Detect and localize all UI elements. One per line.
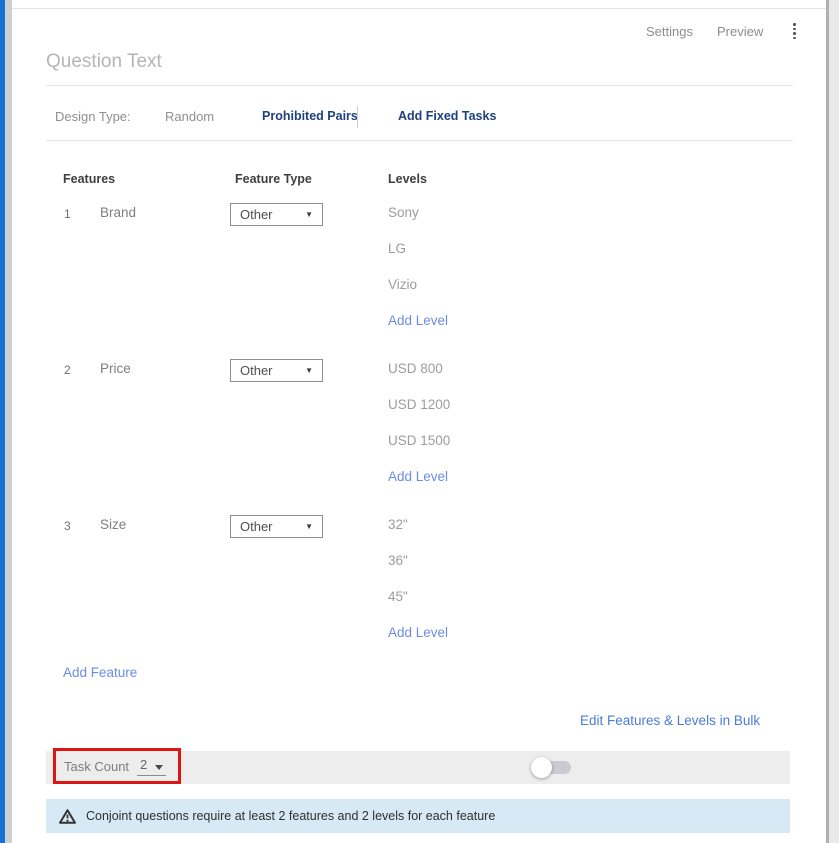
levels-column-header: Levels xyxy=(388,172,427,186)
dropdown-caret-icon xyxy=(155,765,163,770)
feature-row: 1 Brand Other ▼ Sony LG Vizio Add Level xyxy=(0,200,839,356)
feature-type-select[interactable]: Other ▼ xyxy=(230,359,323,382)
levels-list: Sony LG Vizio Add Level xyxy=(388,205,448,328)
design-type-row: Design Type: Random Prohibited Pairs Add… xyxy=(0,106,839,130)
divider xyxy=(46,85,793,86)
feature-index: 3 xyxy=(64,519,71,533)
feature-index: 2 xyxy=(64,363,71,377)
select-caret-icon: ▼ xyxy=(305,211,313,219)
add-level-link[interactable]: Add Level xyxy=(388,625,448,640)
task-count-control: Task Count 2 xyxy=(64,757,166,776)
task-count-dropdown[interactable]: 2 xyxy=(137,757,166,776)
no-applicable-option-toggle[interactable] xyxy=(538,761,571,774)
feature-type-selected-value: Other xyxy=(240,519,273,534)
feature-type-selected-value: Other xyxy=(240,207,273,222)
feature-index: 1 xyxy=(64,207,71,221)
feature-name-field[interactable]: Size xyxy=(100,517,126,532)
level-field[interactable]: USD 1200 xyxy=(388,397,450,433)
add-feature-link[interactable]: Add Feature xyxy=(63,665,137,680)
add-level-link[interactable]: Add Level xyxy=(388,313,448,328)
prohibited-pairs-link[interactable]: Prohibited Pairs xyxy=(262,109,358,123)
level-field[interactable]: 32" xyxy=(388,517,448,553)
conjoint-question-editor: Settings Preview Question Text Design Ty… xyxy=(0,0,839,843)
feature-name-field[interactable]: Price xyxy=(100,361,131,376)
kebab-menu-icon[interactable] xyxy=(789,22,800,40)
level-field[interactable]: LG xyxy=(388,241,448,277)
warning-triangle-icon xyxy=(59,809,76,824)
add-level-link[interactable]: Add Level xyxy=(388,469,450,484)
divider xyxy=(46,140,793,141)
feature-type-selected-value: Other xyxy=(240,363,273,378)
task-count-highlight-box: Task Count 2 xyxy=(53,748,181,784)
task-count-label: Task Count xyxy=(64,759,129,774)
level-field[interactable]: Sony xyxy=(388,205,448,241)
preview-button[interactable]: Preview xyxy=(717,24,763,39)
select-caret-icon: ▼ xyxy=(305,523,313,531)
features-column-header: Features xyxy=(63,172,115,186)
feature-row: 3 Size Other ▼ 32" 36" 45" Add Level xyxy=(0,512,839,668)
level-field[interactable]: 36" xyxy=(388,553,448,589)
conjoint-warning-banner: Conjoint questions require at least 2 fe… xyxy=(46,799,790,833)
question-text-input[interactable]: Question Text xyxy=(46,51,162,73)
toggle-knob xyxy=(531,757,552,778)
level-field[interactable]: Vizio xyxy=(388,277,448,313)
feature-type-column-header: Feature Type xyxy=(235,172,312,186)
level-field[interactable]: 45" xyxy=(388,589,448,625)
question-toolbar: Settings Preview xyxy=(646,22,800,40)
feature-type-select[interactable]: Other ▼ xyxy=(230,203,323,226)
feature-row: 2 Price Other ▼ USD 800 USD 1200 USD 150… xyxy=(0,356,839,512)
design-type-label: Design Type: xyxy=(55,109,131,124)
edit-features-levels-bulk-link[interactable]: Edit Features & Levels in Bulk xyxy=(580,713,760,728)
card-top-border xyxy=(12,8,826,9)
divider xyxy=(357,106,358,128)
task-count-value: 2 xyxy=(140,757,147,772)
settings-button[interactable]: Settings xyxy=(646,24,693,39)
design-type-value[interactable]: Random xyxy=(165,109,214,124)
levels-list: 32" 36" 45" Add Level xyxy=(388,517,448,640)
select-caret-icon: ▼ xyxy=(305,367,313,375)
feature-type-select[interactable]: Other ▼ xyxy=(230,515,323,538)
feature-name-field[interactable]: Brand xyxy=(100,205,136,220)
level-field[interactable]: USD 1500 xyxy=(388,433,450,469)
warning-text: Conjoint questions require at least 2 fe… xyxy=(86,809,495,823)
level-field[interactable]: USD 800 xyxy=(388,361,450,397)
levels-list: USD 800 USD 1200 USD 1500 Add Level xyxy=(388,361,450,484)
add-fixed-tasks-link[interactable]: Add Fixed Tasks xyxy=(398,109,496,123)
